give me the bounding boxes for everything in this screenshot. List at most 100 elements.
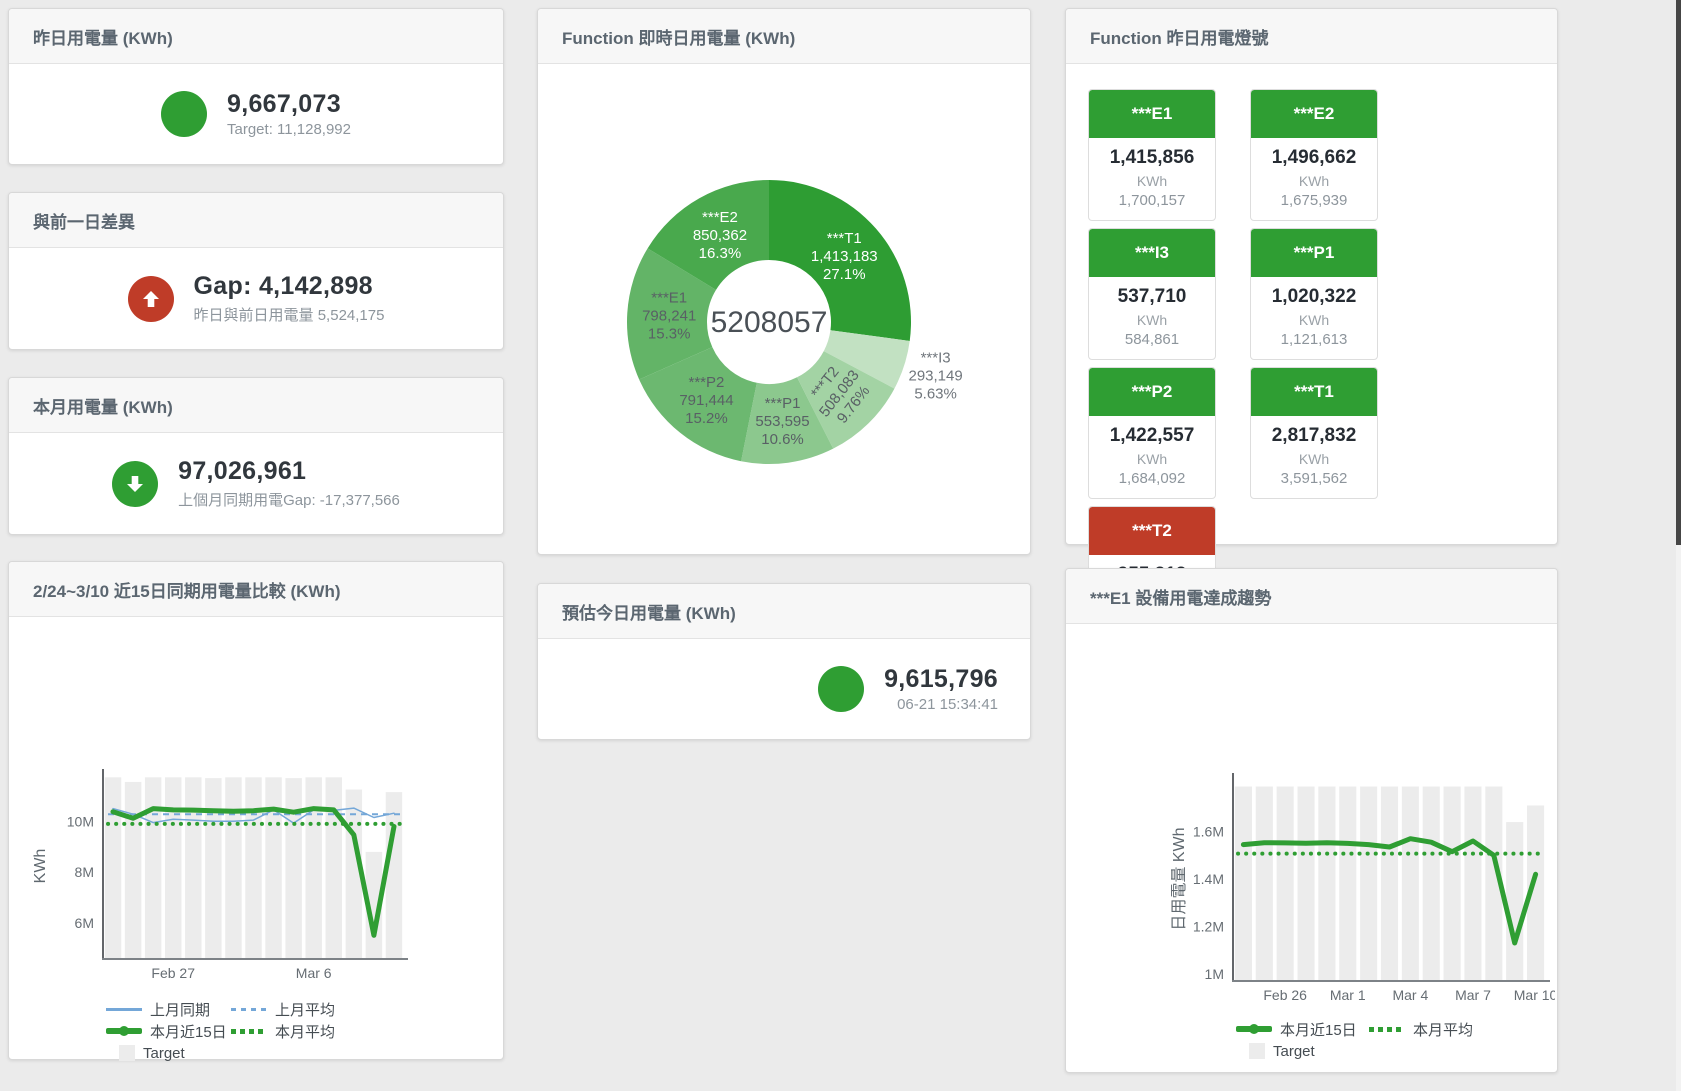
x-tick-label: Mar 6 xyxy=(296,965,332,981)
legend-label: Target xyxy=(143,1045,185,1062)
target-bar xyxy=(165,777,181,959)
target-bar xyxy=(1402,786,1419,981)
kpi-subtext: 上個月同期用電Gap: -17,377,566 xyxy=(178,489,400,510)
kpi-value: 97,026,961 xyxy=(178,457,400,486)
status-tile-value: 1,496,662 xyxy=(1251,147,1377,169)
target-bar xyxy=(1444,786,1461,981)
y-tick-label: 1M xyxy=(1205,966,1224,982)
x-tick-label: Mar 10 xyxy=(1514,987,1555,1003)
legend-label: 本月平均 xyxy=(1413,1019,1473,1040)
target-bar xyxy=(1506,822,1523,981)
status-tile-T1: ***T12,817,832KWh3,591,562 xyxy=(1250,367,1378,499)
donut-slice-label-line: 553,595 xyxy=(755,413,809,430)
dashboard-page: 昨日用電量 (KWh) 9,667,073 Target: 11,128,992… xyxy=(0,0,1681,1091)
card-title: 本月用電量 (KWh) xyxy=(9,378,503,433)
x-tick-label: Feb 26 xyxy=(1263,987,1307,1003)
legend-label: 本月近15日 xyxy=(150,1021,227,1042)
kpi-subtext: Target: 11,128,992 xyxy=(227,121,351,138)
status-tile-P2: ***P21,422,557KWh1,684,092 xyxy=(1088,367,1216,499)
card-title: 2/24~3/10 近15日同期用電量比較 (KWh) xyxy=(9,562,503,617)
target-bar xyxy=(305,777,321,959)
donut-slice-label-line: ***E2 xyxy=(702,209,738,226)
legend-swatch-line-blue xyxy=(106,1008,142,1011)
y-tick-label: 10M xyxy=(67,813,94,829)
donut-slice-label-line: ***P1 xyxy=(765,395,801,412)
card-title: 昨日用電量 (KWh) xyxy=(9,9,503,64)
donut-slice-label-line: 850,362 xyxy=(693,227,747,244)
legend-swatch-dot-green xyxy=(1369,1027,1405,1032)
legend-item-square-gray: Target xyxy=(1236,1040,1380,1062)
donut-slice-label-line: 5.63% xyxy=(914,386,957,403)
status-tile-grid: ***E11,415,856KWh1,700,157***E21,496,662… xyxy=(1066,64,1557,638)
target-bar xyxy=(265,777,281,959)
donut-slice-label-line: ***E1 xyxy=(651,290,687,307)
card-yesterday-usage: 昨日用電量 (KWh) 9,667,073 Target: 11,128,992 xyxy=(8,8,504,165)
scrollbar-track[interactable] xyxy=(1676,0,1681,1091)
legend-swatch-line-green xyxy=(1236,1026,1272,1032)
kpi-value: 9,615,796 xyxy=(884,665,998,694)
legend-swatch-square-gray xyxy=(119,1045,135,1061)
status-circle-icon xyxy=(161,91,207,137)
status-tile-value: 537,710 xyxy=(1089,286,1215,308)
legend-item-square-gray: Target xyxy=(106,1042,242,1064)
legend-item-line-green: 本月近15日 xyxy=(1236,1018,1369,1040)
target-bar xyxy=(1464,786,1481,981)
card-realtime-donut: Function 即時日用電量 (KWh) ***T11,413,18327.1… xyxy=(537,8,1031,555)
donut-slice-label-line: 16.3% xyxy=(699,245,742,262)
y-axis-label: 日用電量 KWh xyxy=(1171,827,1188,930)
status-tile-name: ***T2 xyxy=(1089,507,1215,555)
status-tile-name: ***E2 xyxy=(1251,90,1377,138)
target-bar xyxy=(145,777,161,959)
legend-label: Target xyxy=(1273,1043,1315,1060)
target-bar xyxy=(205,778,221,959)
target-bar xyxy=(1339,786,1356,981)
target-bar xyxy=(105,777,121,959)
status-tile-P1: ***P11,020,322KWh1,121,613 xyxy=(1250,228,1378,360)
legend-label: 本月近15日 xyxy=(1280,1019,1357,1040)
chart-legend: 本月近15日 本月平均 Target xyxy=(1236,1018,1516,1062)
legend-swatch-square-gray xyxy=(1249,1043,1265,1059)
target-bar xyxy=(1256,786,1273,981)
status-circle-icon xyxy=(818,666,864,712)
legend-item-dot-green: 本月平均 xyxy=(231,1020,356,1042)
status-tile-target: 1,684,092 xyxy=(1089,470,1215,487)
target-bar xyxy=(1423,786,1440,981)
donut-slice-label-line: 27.1% xyxy=(823,266,866,283)
legend-label: 上月同期 xyxy=(150,999,210,1020)
scrollbar-thumb[interactable] xyxy=(1676,0,1681,545)
x-tick-label: Feb 27 xyxy=(151,965,195,981)
status-tile-I3: ***I3537,710KWh584,861 xyxy=(1088,228,1216,360)
target-bar xyxy=(326,777,342,959)
donut-slice-label-line: ***I3 xyxy=(921,350,951,367)
donut-slice-label-line: 791,444 xyxy=(679,392,733,409)
arrow-up-icon xyxy=(128,276,174,322)
x-tick-label: Mar 1 xyxy=(1330,987,1366,1003)
donut-slice-label-line: 15.2% xyxy=(685,410,728,427)
card-day-gap: 與前一日差異 Gap: 4,142,898 昨日與前日用電量 5,524,175 xyxy=(8,192,504,350)
donut-slice-label-line: 10.6% xyxy=(761,431,804,448)
status-tile-name: ***P2 xyxy=(1089,368,1215,416)
target-bar xyxy=(1277,786,1294,981)
y-axis-label: KWh xyxy=(32,849,49,884)
status-tile-value: 1,415,856 xyxy=(1089,147,1215,169)
target-bar xyxy=(1235,786,1252,981)
status-tile-value: 1,020,322 xyxy=(1251,286,1377,308)
donut-slice-label-line: ***P2 xyxy=(689,374,725,391)
card-yesterday-status: Function 昨日用電燈號 ***E11,415,856KWh1,700,1… xyxy=(1065,8,1558,545)
card-title: 與前一日差異 xyxy=(9,193,503,248)
kpi-value: Gap: 4,142,898 xyxy=(194,272,385,301)
target-bar xyxy=(1360,786,1377,981)
x-tick-label: Mar 4 xyxy=(1392,987,1428,1003)
legend-swatch-dash-blue xyxy=(231,1008,267,1011)
target-bar xyxy=(1297,786,1314,981)
status-tile-value: 1,422,557 xyxy=(1089,425,1215,447)
arrow-down-icon xyxy=(112,461,158,507)
y-tick-label: 8M xyxy=(75,864,94,880)
legend-item-line-green: 本月近15日 xyxy=(106,1020,231,1042)
donut-slice-label-line: 293,149 xyxy=(908,368,962,385)
legend-item-dash-blue: 上月平均 xyxy=(231,998,356,1020)
card-title: Function 即時日用電量 (KWh) xyxy=(538,9,1030,64)
legend-label: 上月平均 xyxy=(275,999,335,1020)
legend-swatch-line-green xyxy=(106,1028,142,1034)
status-tile-unit: KWh xyxy=(1251,173,1377,189)
